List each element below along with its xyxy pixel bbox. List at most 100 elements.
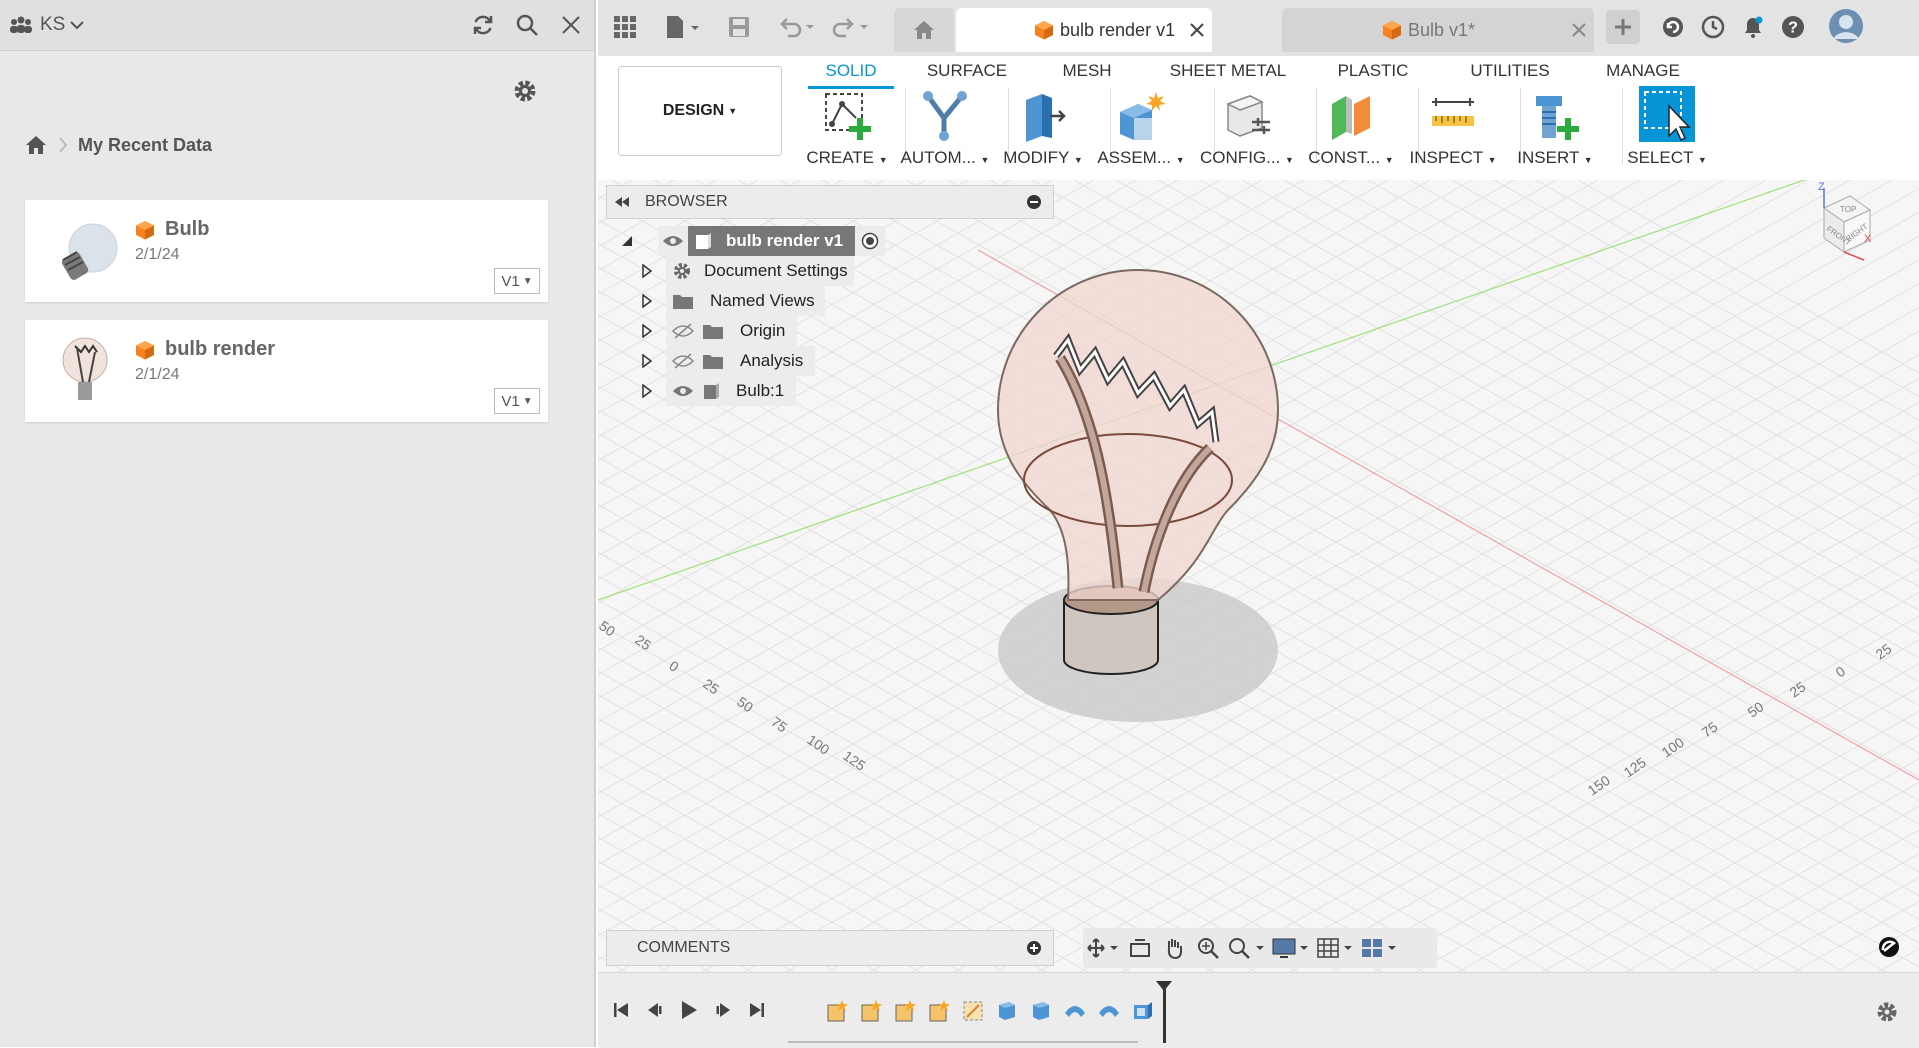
browser-node-named-views[interactable]: Named Views <box>642 286 825 316</box>
expand-triangle-icon[interactable] <box>642 264 664 278</box>
construct-plane-icon <box>1332 96 1370 140</box>
hidden-eye-icon[interactable] <box>672 323 694 339</box>
version-dropdown[interactable]: V1 ▼ <box>494 268 540 294</box>
automate-menu[interactable]: AUTOM... ▼ <box>890 80 1000 180</box>
home-tab[interactable] <box>894 8 954 52</box>
feedback-icon[interactable] <box>1878 936 1900 958</box>
search-icon[interactable] <box>510 8 544 42</box>
configure-label: CONFIG... ▼ <box>1200 148 1294 167</box>
view-cube[interactable]: TOP FRONT RIGHT Z X <box>1818 181 1872 261</box>
timeline-settings-gear-icon[interactable] <box>1870 995 1904 1029</box>
save-icon[interactable] <box>722 10 756 44</box>
hidden-eye-icon[interactable] <box>672 353 694 369</box>
configure-menu[interactable]: CONFIG... ▼ <box>1192 80 1302 180</box>
collapse-triangle-icon[interactable] <box>622 236 642 246</box>
create-menu[interactable]: CREATE ▼ <box>792 80 902 180</box>
modify-menu[interactable]: MODIFY ▼ <box>988 80 1098 180</box>
collapse-browser-icon[interactable] <box>615 197 629 207</box>
recent-item-bulb[interactable]: Bulb 2/1/24 V1 ▼ <box>25 200 548 302</box>
gear-icon <box>672 261 692 281</box>
browser-node-bulb-1[interactable]: Bulb:1 <box>642 376 797 406</box>
timeline-sweep-icon[interactable] <box>1092 994 1126 1028</box>
tab-bulb-v1[interactable]: Bulb v1* <box>1282 8 1594 52</box>
go-to-start-icon[interactable] <box>604 993 638 1027</box>
version-dropdown[interactable]: V1 ▼ <box>494 388 540 414</box>
tab-bulb-render-v1[interactable]: bulb render v1 <box>956 8 1212 52</box>
browser-root-row[interactable]: bulb render v1 <box>622 226 886 256</box>
chevron-down-icon[interactable] <box>65 8 89 42</box>
zoom-icon[interactable] <box>1191 931 1225 965</box>
breadcrumb-current[interactable]: My Recent Data <box>78 135 212 156</box>
look-at-icon[interactable] <box>1123 931 1157 965</box>
svg-text:?: ? <box>1788 20 1798 37</box>
team-icon[interactable] <box>8 8 34 42</box>
pan-hand-icon[interactable] <box>1157 931 1191 965</box>
play-icon[interactable] <box>672 993 706 1027</box>
notifications-bell-icon[interactable] <box>1736 10 1770 44</box>
zoom-window-icon[interactable] <box>1225 931 1269 965</box>
timeline-sketch-icon[interactable] <box>888 994 922 1028</box>
tab-close-icon[interactable] <box>1190 23 1204 37</box>
timeline-sketch-icon[interactable] <box>820 994 854 1028</box>
root-component[interactable]: bulb render v1 <box>688 226 856 256</box>
timeline-marker-handle[interactable] <box>1156 981 1172 991</box>
timeline-extrude-icon[interactable] <box>1024 994 1058 1028</box>
go-to-end-icon[interactable] <box>740 993 774 1027</box>
insert-menu[interactable]: INSERT ▼ <box>1500 80 1610 180</box>
activate-radio-icon[interactable] <box>855 226 886 256</box>
browser-title: BROWSER <box>645 193 728 210</box>
undo-icon[interactable] <box>776 10 820 44</box>
browser-node-analysis[interactable]: Analysis <box>642 346 816 376</box>
timeline-sketch-icon[interactable] <box>922 994 956 1028</box>
add-comment-icon[interactable] <box>1027 941 1041 955</box>
step-back-icon[interactable] <box>638 993 672 1027</box>
expand-triangle-icon[interactable] <box>642 354 664 368</box>
visibility-eye-icon[interactable] <box>672 384 694 398</box>
team-name[interactable]: KS <box>40 14 65 36</box>
assemble-menu[interactable]: ASSEM... ▼ <box>1086 80 1196 180</box>
user-avatar[interactable] <box>1826 6 1866 46</box>
visibility-eye-icon[interactable] <box>658 226 688 256</box>
inspect-menu[interactable]: INSPECT ▼ <box>1398 80 1508 180</box>
job-status-clock-icon[interactable] <box>1696 10 1730 44</box>
settings-gear-icon[interactable] <box>508 74 542 108</box>
browser-node-document-settings[interactable]: Document Settings <box>642 256 854 286</box>
item-name[interactable]: bulb render <box>165 338 275 361</box>
grid-settings-icon[interactable] <box>1313 931 1357 965</box>
help-icon[interactable]: ? <box>1776 10 1810 44</box>
canvas-viewport[interactable]: 50 25 0 25 50 75 100 125 25 0 25 50 75 1… <box>598 180 1919 972</box>
timeline-marker[interactable] <box>1163 985 1166 1043</box>
extensions-icon[interactable] <box>1656 10 1690 44</box>
browser-minimize-icon[interactable] <box>1027 195 1041 209</box>
app-grid-icon[interactable] <box>608 10 642 44</box>
recent-item-bulb-render[interactable]: bulb render 2/1/24 V1 ▼ <box>25 320 548 422</box>
workspace-switcher-button[interactable]: DESIGN ▼ <box>618 66 782 156</box>
display-settings-icon[interactable] <box>1269 931 1313 965</box>
item-name[interactable]: Bulb <box>165 218 209 241</box>
orbit-icon[interactable] <box>1083 931 1123 965</box>
timeline-shell-icon[interactable] <box>1126 994 1160 1028</box>
comments-title: COMMENTS <box>637 939 731 956</box>
browser-node-origin[interactable]: Origin <box>642 316 798 346</box>
refresh-icon[interactable] <box>466 8 500 42</box>
expand-triangle-icon[interactable] <box>642 384 664 398</box>
step-forward-icon[interactable] <box>706 993 740 1027</box>
item-date: 2/1/24 <box>135 246 180 263</box>
timeline-sketch-icon[interactable] <box>854 994 888 1028</box>
file-menu-icon[interactable] <box>658 10 708 44</box>
expand-triangle-icon[interactable] <box>642 324 664 338</box>
expand-triangle-icon[interactable] <box>642 294 664 308</box>
timeline-revolve-icon[interactable] <box>956 994 990 1028</box>
tab-close-icon[interactable] <box>1572 23 1586 37</box>
new-tab-plus-icon[interactable] <box>1606 10 1640 44</box>
viewports-icon[interactable] <box>1357 931 1401 965</box>
select-menu[interactable]: SELECT ▼ <box>1612 80 1722 180</box>
timeline-extrude-icon[interactable] <box>990 994 1024 1028</box>
home-icon[interactable] <box>24 134 48 156</box>
redo-icon[interactable] <box>830 10 874 44</box>
comments-panel[interactable]: COMMENTS <box>606 930 1054 966</box>
browser-panel-header[interactable]: BROWSER <box>606 185 1054 219</box>
construct-menu[interactable]: CONST... ▼ <box>1296 80 1406 180</box>
close-icon[interactable] <box>554 8 588 42</box>
timeline-sweep-icon[interactable] <box>1058 994 1092 1028</box>
